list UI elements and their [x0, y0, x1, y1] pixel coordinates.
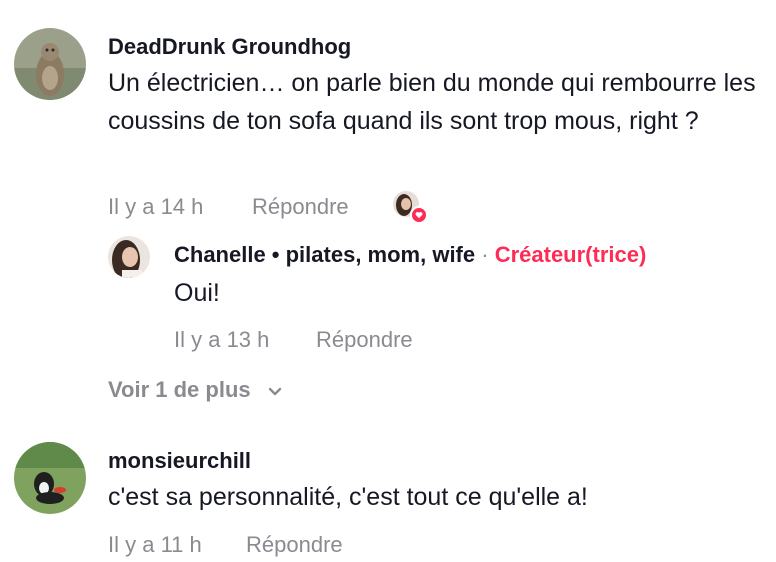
comment-text: c'est sa personnalité, c'est tout ce qu'…: [108, 483, 588, 511]
woman-photo-icon: [108, 236, 150, 278]
reply-button[interactable]: Répondre: [252, 194, 349, 220]
comment-username[interactable]: DeadDrunk Groundhog: [108, 34, 351, 60]
comment-timestamp: Il y a 14 h: [108, 194, 204, 219]
reply-username[interactable]: Chanelle • pilates, mom, wife: [174, 242, 475, 267]
reply-button[interactable]: Répondre: [246, 532, 343, 558]
comment-text: Un électricien… on parle bien du monde q…: [108, 69, 756, 135]
heart-icon: [410, 206, 428, 224]
reply-timestamp: Il y a 13 h: [174, 327, 270, 352]
reply-username-line: Chanelle • pilates, mom, wife · Créateur…: [174, 242, 646, 268]
creator-badge: Créateur(trice): [494, 242, 647, 267]
chevron-down-icon: [267, 378, 283, 404]
separator: ·: [481, 242, 489, 267]
comment-username[interactable]: monsieurchill: [108, 448, 251, 474]
reply-text: Oui!: [174, 279, 220, 307]
avatar[interactable]: [108, 236, 150, 278]
view-more-label: Voir 1 de plus: [108, 377, 251, 402]
avatar[interactable]: [14, 442, 86, 514]
reply-button[interactable]: Répondre: [316, 327, 413, 353]
groundhog-photo-icon: [14, 28, 86, 100]
dog-photo-icon: [14, 442, 86, 514]
avatar[interactable]: [14, 28, 86, 100]
creator-liked-indicator: [393, 191, 428, 224]
view-more-replies-button[interactable]: Voir 1 de plus: [108, 377, 283, 404]
comment-timestamp: Il y a 11 h: [108, 532, 202, 557]
